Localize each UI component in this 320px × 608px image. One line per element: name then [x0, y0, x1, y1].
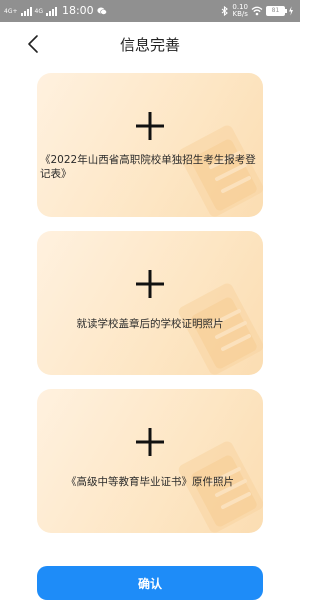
page-title: 信息完善: [119, 36, 180, 54]
upload-card-school-certificate[interactable]: 就读学校盖章后的学校证明照片: [37, 231, 263, 375]
battery-icon: 81: [266, 6, 287, 16]
upload-card-diploma[interactable]: 《高级中等教育毕业证书》原件照片: [37, 389, 263, 533]
plus-icon: [136, 270, 164, 298]
status-bar: 4G+ 4G 18:00 0.10 KB/s 81: [0, 0, 300, 22]
nav-header: 信息完善: [0, 22, 300, 66]
chat-icon: [97, 7, 107, 15]
network-speed: 0.10 KB/s: [232, 4, 248, 18]
plus-icon: [136, 428, 164, 456]
signal-bars-2-icon: [45, 6, 57, 16]
signal-4g-plus: 4G+: [4, 8, 18, 15]
battery-level: 81: [271, 7, 280, 14]
signal-1-label: 4G+: [4, 7, 18, 15]
plus-icon: [136, 112, 164, 140]
signal-4g: 4G: [35, 8, 43, 15]
signal-bars-icon: [20, 6, 32, 16]
speed-unit: KB/s: [232, 10, 248, 18]
charging-icon: [289, 6, 293, 16]
confirm-button[interactable]: 确认: [37, 566, 263, 600]
card-label: 就读学校盖章后的学校证明照片: [76, 318, 224, 330]
signal-2-label: 4G: [34, 7, 43, 15]
clock: 18:00: [61, 4, 94, 17]
card-label: 《高级中等教育毕业证书》原件照片: [66, 476, 234, 488]
wifi-icon: [251, 6, 263, 16]
card-label: 《2022年山西省高职院校单独招生考生报考登记表》: [40, 154, 256, 180]
upload-card-registration-form[interactable]: 《2022年山西省高职院校单独招生考生报考登记表》: [37, 73, 263, 217]
bluetooth-icon: [222, 6, 229, 16]
